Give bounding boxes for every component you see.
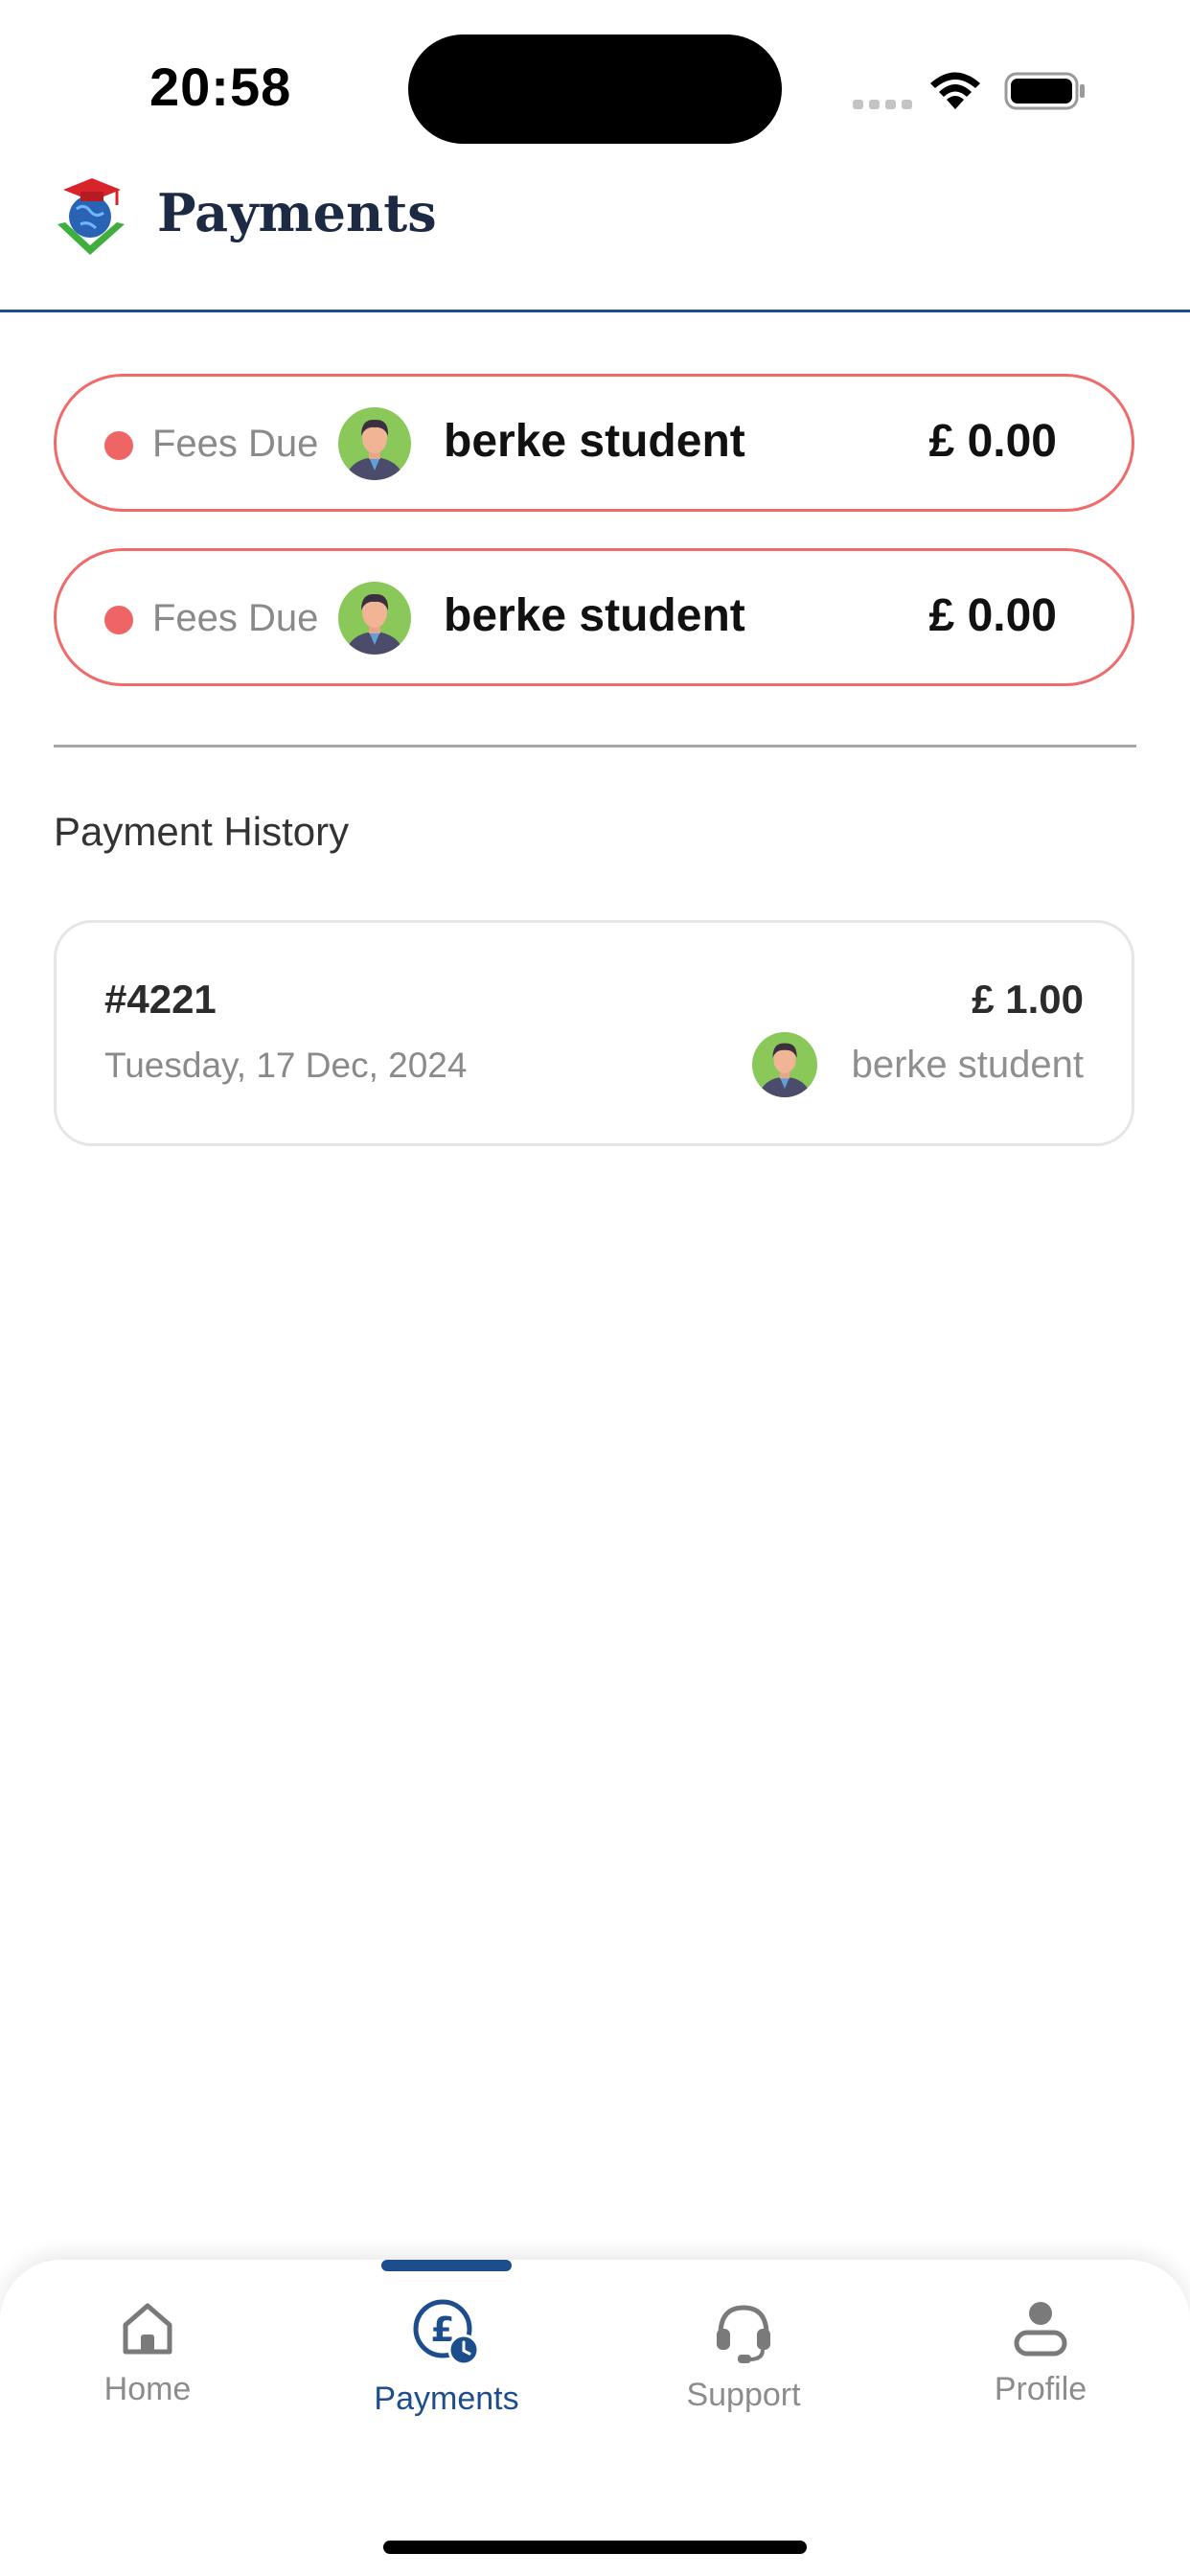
- tab-support-label: Support: [686, 2377, 801, 2413]
- fee-amount: £ 0.00: [928, 416, 1057, 467]
- payment-student-name: berke student: [851, 1044, 1084, 1086]
- person-icon: [1014, 2302, 1067, 2357]
- student-name: berke student: [444, 416, 745, 467]
- home-icon: [123, 2303, 172, 2355]
- fee-due-card[interactable]: Fees Due berke student £ 0.00: [54, 374, 1134, 512]
- tab-profile-label: Profile: [994, 2371, 1087, 2407]
- cellular-signal-icon: [853, 96, 912, 109]
- status-bar: 20:58: [0, 0, 1190, 153]
- active-tab-indicator: [381, 2260, 512, 2271]
- fee-due-card[interactable]: Fees Due berke student £ 0.00: [54, 548, 1134, 686]
- tab-home-label: Home: [103, 2371, 192, 2407]
- fee-status-label: Fees Due: [152, 597, 319, 639]
- dynamic-island: [408, 34, 782, 144]
- payment-id: #4221: [104, 977, 217, 1022]
- fee-amount: £ 0.00: [928, 590, 1057, 641]
- avatar: [338, 582, 411, 655]
- headset-icon: [717, 2305, 770, 2363]
- tab-home[interactable]: Home: [52, 2285, 243, 2438]
- payment-history-title: Payment History: [54, 809, 350, 854]
- battery-icon: [1004, 72, 1085, 110]
- avatar: [752, 1032, 817, 1097]
- fee-status-label: Fees Due: [152, 423, 319, 465]
- section-divider: [54, 745, 1136, 748]
- tab-profile[interactable]: Profile: [945, 2285, 1136, 2438]
- status-time: 20:58: [149, 57, 292, 117]
- wifi-icon: [930, 72, 980, 109]
- pound-clock-icon: £: [413, 2299, 480, 2366]
- student-name: berke student: [444, 590, 745, 641]
- home-indicator[interactable]: [383, 2541, 807, 2554]
- status-dot-icon: [104, 431, 133, 460]
- graduation-globe-logo: [57, 178, 125, 255]
- page-title: Payments: [157, 182, 437, 243]
- payment-history-item[interactable]: #4221 Tuesday, 17 Dec, 2024 £ 1.00 berke…: [54, 920, 1134, 1146]
- tab-payments-label: Payments: [374, 2380, 519, 2417]
- tab-payments[interactable]: £ Payments: [351, 2285, 542, 2438]
- avatar: [338, 407, 411, 480]
- status-dot-icon: [104, 606, 133, 634]
- tab-support[interactable]: Support: [648, 2285, 839, 2438]
- payment-amount: £ 1.00: [972, 977, 1084, 1022]
- payment-date: Tuesday, 17 Dec, 2024: [104, 1046, 468, 1085]
- app-header: Payments: [0, 153, 1190, 312]
